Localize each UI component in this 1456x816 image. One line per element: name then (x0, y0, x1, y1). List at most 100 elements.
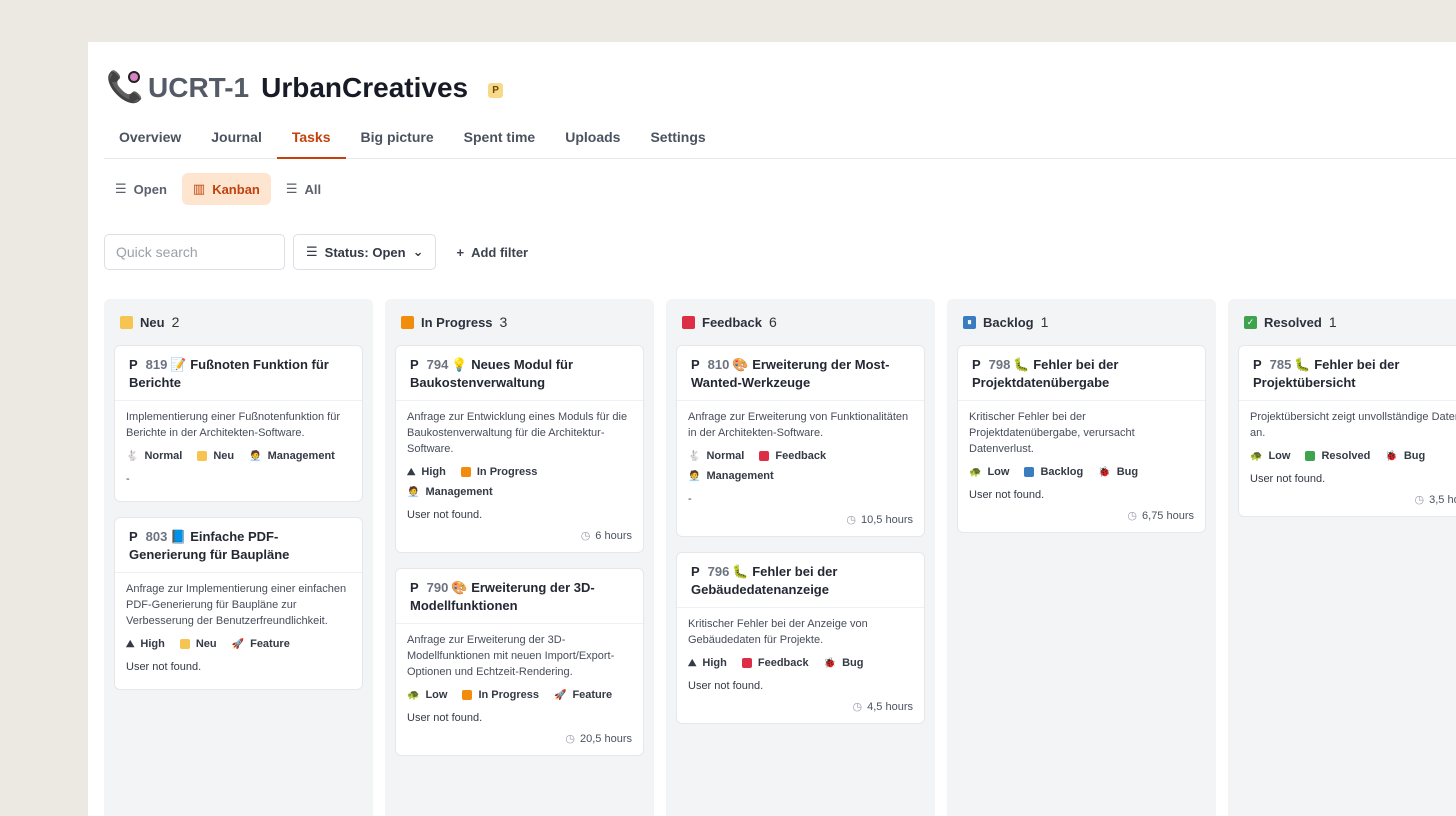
tag-label: Normal (706, 450, 745, 462)
tag-label: Feedback (757, 657, 809, 669)
task-card[interactable]: P 798 🐛 Fehler bei der Projektdatenübergab… (957, 345, 1206, 533)
tag-label: Backlog (1040, 466, 1084, 478)
view-open[interactable]: ☰ Open (104, 173, 178, 205)
column-title: In Progress (421, 314, 493, 330)
kanban-column: ⏸ Backlog 1 P 798 🐛 Fehler bei der Projektdat… (947, 299, 1216, 816)
card-title[interactable]: P 798 🐛 Fehler bei der Projektdatenübergab… (958, 346, 1205, 401)
card-body: Anfrage zur Entwicklung eines Moduls für… (396, 401, 643, 552)
task-card[interactable]: P 790 🎨 Erweiterung der 3D-Modellfunktione… (395, 568, 644, 756)
tab-journal[interactable]: Journal (196, 120, 277, 159)
task-type-icon: 📝 (170, 357, 187, 372)
task-tag: 🧑‍💼 Management (688, 470, 774, 482)
task-tag: Neu (179, 638, 217, 650)
card-title[interactable]: P 810 🎨 Erweiterung der Most-Wanted-Werkze… (677, 346, 924, 401)
tag-icon: ⛰ (688, 657, 697, 669)
spent-time-value: 3,5 hours (1429, 493, 1456, 506)
task-type-icon: 🐛 (732, 564, 749, 579)
tag-label: Bug (842, 657, 864, 669)
task-number: 796 (707, 564, 730, 579)
quick-search-input[interactable] (104, 234, 285, 270)
tab-big-picture[interactable]: Big picture (346, 120, 449, 159)
tab-settings[interactable]: Settings (635, 120, 720, 159)
tag-label: Neu (195, 638, 217, 650)
tag-label: Feature (250, 638, 290, 650)
task-tag: 🧑‍💼 Management (407, 486, 493, 498)
card-title[interactable]: P 796 🐛 Fehler bei der Gebäudedatenanzeige (677, 553, 924, 608)
card-title[interactable]: P 794 💡 Neues Modul für Baukostenverwaltun… (396, 346, 643, 401)
card-title[interactable]: P 819 📝 Fußnoten Funktion für Berichte (115, 346, 362, 401)
tag-label: In Progress (476, 466, 538, 478)
task-card[interactable]: P 819 📝 Fußnoten Funktion für Berichte Impl… (114, 345, 363, 502)
tab-tasks[interactable]: Tasks (276, 120, 346, 159)
clock-icon: ◷ (852, 701, 863, 713)
column-count: 1 (1040, 314, 1049, 330)
task-tag: 🚀 Feature (554, 689, 612, 701)
tag-label: Low (987, 466, 1010, 478)
status-square-icon (1305, 451, 1316, 461)
spent-time-value: 6,75 hours (1142, 509, 1194, 522)
card-title[interactable]: P 790 🎨 Erweiterung der 3D-Modellfunktione… (396, 569, 643, 624)
task-number: 819 (145, 357, 168, 372)
tag-icon: 🐞 (823, 657, 837, 669)
tag-icon: 🐢 (1250, 450, 1263, 462)
clock-icon: ◷ (1127, 510, 1138, 522)
tag-icon: ⛰ (407, 466, 416, 478)
task-card[interactable]: P 796 🐛 Fehler bei der Gebäudedatenanzeige… (676, 552, 925, 724)
view-all[interactable]: ☰ All (275, 173, 332, 205)
tab-uploads[interactable]: Uploads (550, 120, 635, 159)
column-header[interactable]: In Progress 3 (395, 299, 644, 345)
add-filter-button[interactable]: + Add filter (444, 234, 540, 270)
column-count: 3 (499, 314, 508, 330)
project-tabs: Overview Journal Tasks Big picture Spent… (104, 120, 1456, 159)
column-header[interactable]: Neu 2 (114, 299, 363, 345)
task-card[interactable]: P 803 📘 Einfache PDF-Generierung für Baupl… (114, 517, 363, 690)
tag-icon: ⛰ (126, 638, 135, 650)
task-tag: ⛰ High (407, 466, 446, 478)
task-type-icon: 🎨 (451, 580, 468, 595)
kanban-column: Feedback 6 P 810 🎨 Erweiterung der Most-Want… (666, 299, 935, 816)
column-header[interactable]: ⏸ Backlog 1 (957, 299, 1206, 345)
task-card[interactable]: P 810 🎨 Erweiterung der Most-Wanted-Werkze… (676, 345, 925, 537)
tag-icon: 🐇 (126, 450, 139, 462)
column-count: 2 (171, 314, 180, 330)
status-square-icon (197, 451, 208, 461)
card-title[interactable]: P 785 🐛 Fehler bei der Projektübersicht (1239, 346, 1456, 401)
task-description: Anfrage zur Implementierung einer einfac… (126, 583, 347, 627)
kanban-column: ✓ Resolved 1 P 785 🐛 Fehler bei der Projektüb… (1228, 299, 1456, 816)
status-filter-button[interactable]: ☰ Status: Open ⌄ (293, 234, 437, 270)
tag-label: Low (425, 689, 448, 701)
status-square-icon (460, 467, 471, 477)
tag-icon: 🐞 (1385, 450, 1398, 462)
task-description: Kritischer Fehler bei der Projektdatenüb… (969, 411, 1135, 455)
status-square-icon (462, 690, 473, 700)
status-swatch-icon: ⏸ (963, 315, 976, 329)
tab-spent-time[interactable]: Spent time (449, 120, 551, 159)
status-swatch-icon (120, 315, 133, 329)
tag-icon: 🧑‍💼 (249, 450, 262, 462)
task-tag: 🐞 Bug (1098, 466, 1138, 478)
view-kanban-label: Kanban (212, 181, 260, 197)
column-header[interactable]: Feedback 6 (676, 299, 925, 345)
tag-label: Management (425, 486, 493, 498)
spent-time: ◷ 6,75 hours (969, 509, 1194, 523)
view-kanban[interactable]: ▥ Kanban (181, 173, 271, 205)
column-header[interactable]: ✓ Resolved 1 (1238, 299, 1456, 345)
task-assignee: User not found. (407, 509, 483, 521)
task-card[interactable]: P 785 🐛 Fehler bei der Projektübersicht Pro… (1238, 345, 1456, 517)
task-tags: 🐢 Low In Progress 🚀 Feature (407, 689, 632, 701)
card-body: Implementierung einer Fußnotenfunktion f… (115, 401, 362, 501)
task-tag: Resolved (1305, 450, 1370, 462)
card-body: Kritischer Fehler bei der Anzeige von Ge… (677, 608, 924, 723)
spent-time: ◷ 6 hours (407, 529, 632, 543)
column-count: 1 (1328, 314, 1337, 330)
tag-label: Feature (572, 689, 613, 701)
task-assignee: User not found. (1250, 473, 1326, 485)
task-card[interactable]: P 794 💡 Neues Modul für Baukostenverwaltun… (395, 345, 644, 553)
card-title[interactable]: P 803 📘 Einfache PDF-Generierung für Baupl… (115, 518, 362, 573)
tab-overview[interactable]: Overview (104, 120, 196, 159)
project-name: UrbanCreatives (261, 72, 469, 103)
view-switcher: ☰ Open ▥ Kanban ☰ All (104, 173, 332, 205)
tag-icon: 🐢 (969, 466, 982, 478)
filter-bar: ☰ Status: Open ⌄ + Add filter (104, 234, 540, 270)
view-all-label: All (304, 181, 322, 197)
